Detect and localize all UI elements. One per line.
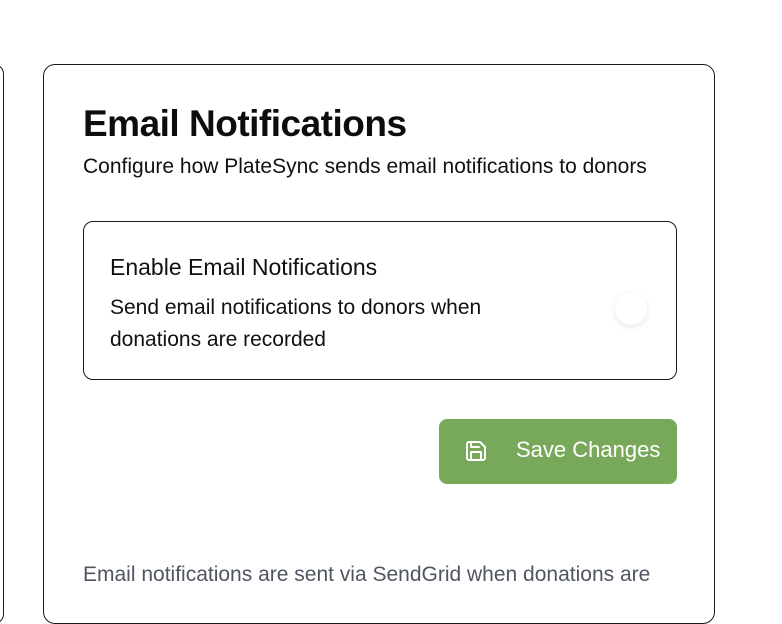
email-notifications-card: Email Notifications Configure how PlateS… [43,64,715,624]
setting-title: Enable Email Notifications [110,254,378,280]
save-icon [466,441,486,461]
footer-note: Email notifications are sent via SendGri… [83,563,651,586]
email-notifications-toggle[interactable] [615,293,647,325]
adjacent-panel-edge [0,64,4,624]
setting-description: Send email notifications to donors when … [110,296,482,351]
save-button-label: Save Changes [516,437,661,462]
enable-email-notifications-setting: Enable Email Notifications Send email no… [83,221,677,380]
save-changes-button[interactable]: Save Changes [439,419,677,484]
card-subtitle: Configure how PlateSync sends email noti… [83,155,647,178]
card-title: Email Notifications [83,103,407,144]
